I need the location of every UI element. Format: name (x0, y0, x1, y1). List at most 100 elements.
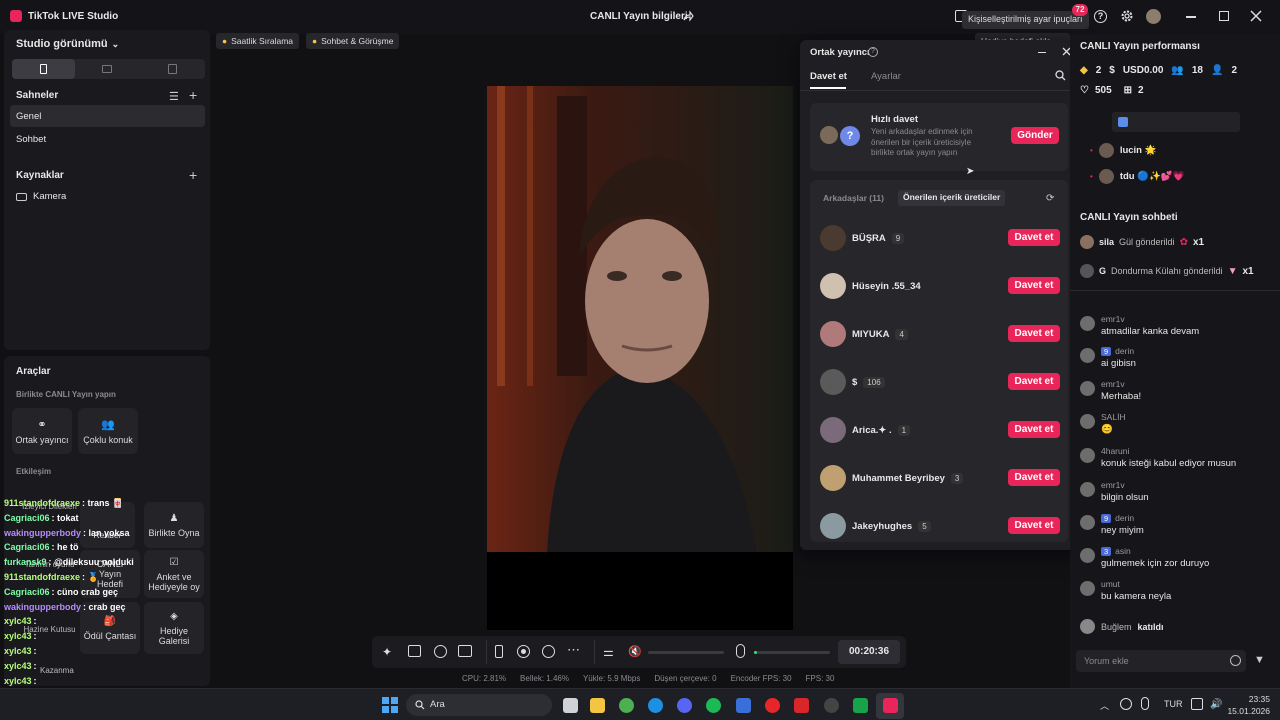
microphone-icon[interactable] (736, 644, 745, 658)
taskbar-search[interactable]: Ara (406, 694, 552, 716)
more-icon[interactable]: ⋯ (567, 642, 580, 658)
spotify-icon[interactable] (706, 698, 721, 713)
video-preview[interactable] (487, 86, 793, 630)
tooltip: Kişiselleştirilmiş ayar ipuçları (962, 11, 1089, 29)
camera-feed-image (487, 86, 793, 630)
chat-call-chip[interactable]: ● Sohbet & Görüşme (306, 33, 400, 49)
speaker-muted-icon[interactable]: 🔇 (628, 645, 642, 658)
tiktok-studio-task[interactable] (876, 693, 904, 719)
settings-gear-icon[interactable] (1120, 9, 1134, 23)
invite-button[interactable]: Davet et (1008, 277, 1060, 294)
language-indicator[interactable]: TUR (1164, 699, 1183, 709)
invite-button[interactable]: Davet et (1008, 421, 1060, 438)
hourly-ranking-chip[interactable]: ● Saatlik Sıralama (216, 33, 300, 49)
maximize-icon[interactable] (1219, 11, 1229, 21)
comment-input[interactable]: Yorum ekle (1076, 650, 1246, 672)
portrait-layout-button[interactable] (12, 59, 75, 79)
invite-button[interactable]: Davet et (1008, 229, 1060, 246)
mic-tray-icon[interactable] (1141, 697, 1149, 710)
clock[interactable]: 23:35 15.01.2026 (1226, 693, 1270, 717)
dual-layout-icon (168, 64, 177, 74)
refresh-icon[interactable]: ⟳ (1046, 193, 1054, 204)
tab-invite[interactable]: Davet et (810, 71, 847, 82)
rank-item[interactable]: • lucin 🌟 (1090, 143, 1156, 158)
mic-volume-slider[interactable] (754, 651, 830, 654)
chat-avatar (1080, 414, 1095, 429)
nvidia-icon[interactable] (853, 698, 868, 713)
add-scene-icon[interactable]: + (189, 87, 197, 103)
send-button[interactable]: Gönder (1011, 127, 1059, 144)
invite-button[interactable]: Davet et (1008, 325, 1060, 342)
scene-item-chat[interactable]: Sohbet (16, 134, 46, 145)
emoji-icon[interactable] (1230, 655, 1241, 666)
profile-avatar[interactable] (1146, 9, 1161, 24)
ranking-banner[interactable] (1112, 112, 1240, 132)
discord-icon[interactable] (677, 698, 692, 713)
magic-wand-icon[interactable]: ✦ (382, 645, 392, 659)
network-icon[interactable] (1120, 698, 1132, 710)
overlay-chat-user: Cagriaci06 (4, 586, 50, 597)
phone-icon[interactable] (495, 645, 503, 658)
record-icon[interactable] (517, 645, 530, 658)
mixer-icon[interactable]: ⚌ (603, 645, 614, 659)
add-source-icon[interactable]: + (189, 167, 197, 183)
chat-text: ai gibisn (1101, 358, 1136, 369)
filter-icon[interactable]: ▼ (1254, 654, 1265, 666)
cohost-tool-button[interactable]: ⚭ Ortak yayıncı (12, 408, 72, 454)
wifi-icon[interactable] (1191, 698, 1203, 710)
invite-button[interactable]: Davet et (1008, 373, 1060, 390)
gift-gallery-tool-button[interactable]: ◈ Hediye Galerisi (144, 602, 204, 654)
poll-tool-button[interactable]: ☑ Anket ve Hediyeyle oy (144, 550, 204, 598)
dual-layout-button[interactable] (140, 59, 203, 79)
info-icon[interactable]: ? (868, 47, 878, 57)
share-icon[interactable] (682, 10, 694, 22)
help-icon[interactable]: ? (1094, 10, 1107, 23)
landscape-layout-button[interactable] (76, 59, 139, 79)
volume-icon[interactable]: 🔊 (1210, 699, 1222, 710)
chat-header: umut (1101, 579, 1171, 589)
task-view-icon[interactable] (563, 698, 578, 713)
chat-user: emr1v (1101, 314, 1125, 324)
rank-item[interactable]: • tdu 🔵✨💕💗 (1090, 169, 1185, 184)
search-icon[interactable] (1055, 70, 1066, 81)
scene-item-general[interactable]: Genel (10, 105, 205, 127)
app-icon[interactable] (794, 698, 809, 713)
minimize-dialog-icon[interactable] (1038, 52, 1046, 54)
effects-icon[interactable] (408, 645, 421, 657)
invite-button[interactable]: Davet et (1008, 517, 1060, 534)
windows-start-icon[interactable] (382, 697, 398, 713)
file-explorer-icon[interactable] (590, 698, 605, 713)
chrome-icon[interactable] (619, 698, 634, 713)
studio-view-dropdown[interactable]: Studio görünümü ⌄ (16, 38, 119, 50)
stream-info-title[interactable]: CANLI Yayın bilgileri (590, 11, 688, 22)
overlay-chat-line: 911standofdraexe: trans 🀄 (4, 498, 123, 509)
edge-icon[interactable] (648, 698, 663, 713)
people-icon: 👥 (101, 418, 115, 431)
source-camera[interactable]: Kamera (16, 191, 66, 202)
multi-guest-tool-button[interactable]: 👥 Çoklu konuk (78, 408, 138, 454)
opera-icon[interactable] (765, 698, 780, 713)
diamond-icon: ◆ (1080, 65, 1088, 76)
close-icon[interactable] (1250, 10, 1262, 22)
minimize-icon[interactable] (1186, 16, 1196, 18)
replay-icon[interactable] (542, 645, 555, 658)
tab-settings[interactable]: Ayarlar (871, 71, 901, 82)
invite-button[interactable]: Davet et (1008, 469, 1060, 486)
chat-avatar (1080, 482, 1095, 497)
speaker-volume-slider[interactable] (648, 651, 724, 654)
coin-icon: ● (312, 36, 318, 46)
overlay-chat-text: : (33, 646, 37, 656)
stats-bar: CPU: 2.81% Bellek: 1.46% Yükle: 5.9 Mbps… (462, 674, 862, 686)
tab-friends[interactable]: Arkadaşlar (11) (823, 193, 884, 203)
obs-icon[interactable] (824, 698, 839, 713)
beauty-icon[interactable] (434, 645, 447, 658)
steam-icon[interactable] (736, 698, 751, 713)
overlay-chat-line: wakingupperbody: crab geç (4, 602, 126, 612)
add-media-icon[interactable] (458, 645, 472, 657)
scene-list-icon[interactable]: ☰ (169, 90, 179, 103)
friend-row: BÜŞRA 9 Davet et (820, 223, 1060, 253)
tab-suggested-creators[interactable]: Önerilen içerik üreticiler (898, 190, 1006, 206)
interaction-title: Etkileşim (16, 467, 52, 476)
tray-chevron-icon[interactable]: ︿ (1100, 699, 1109, 712)
play-together-tool-button[interactable]: ♟ Birlikte Oyna (144, 502, 204, 548)
